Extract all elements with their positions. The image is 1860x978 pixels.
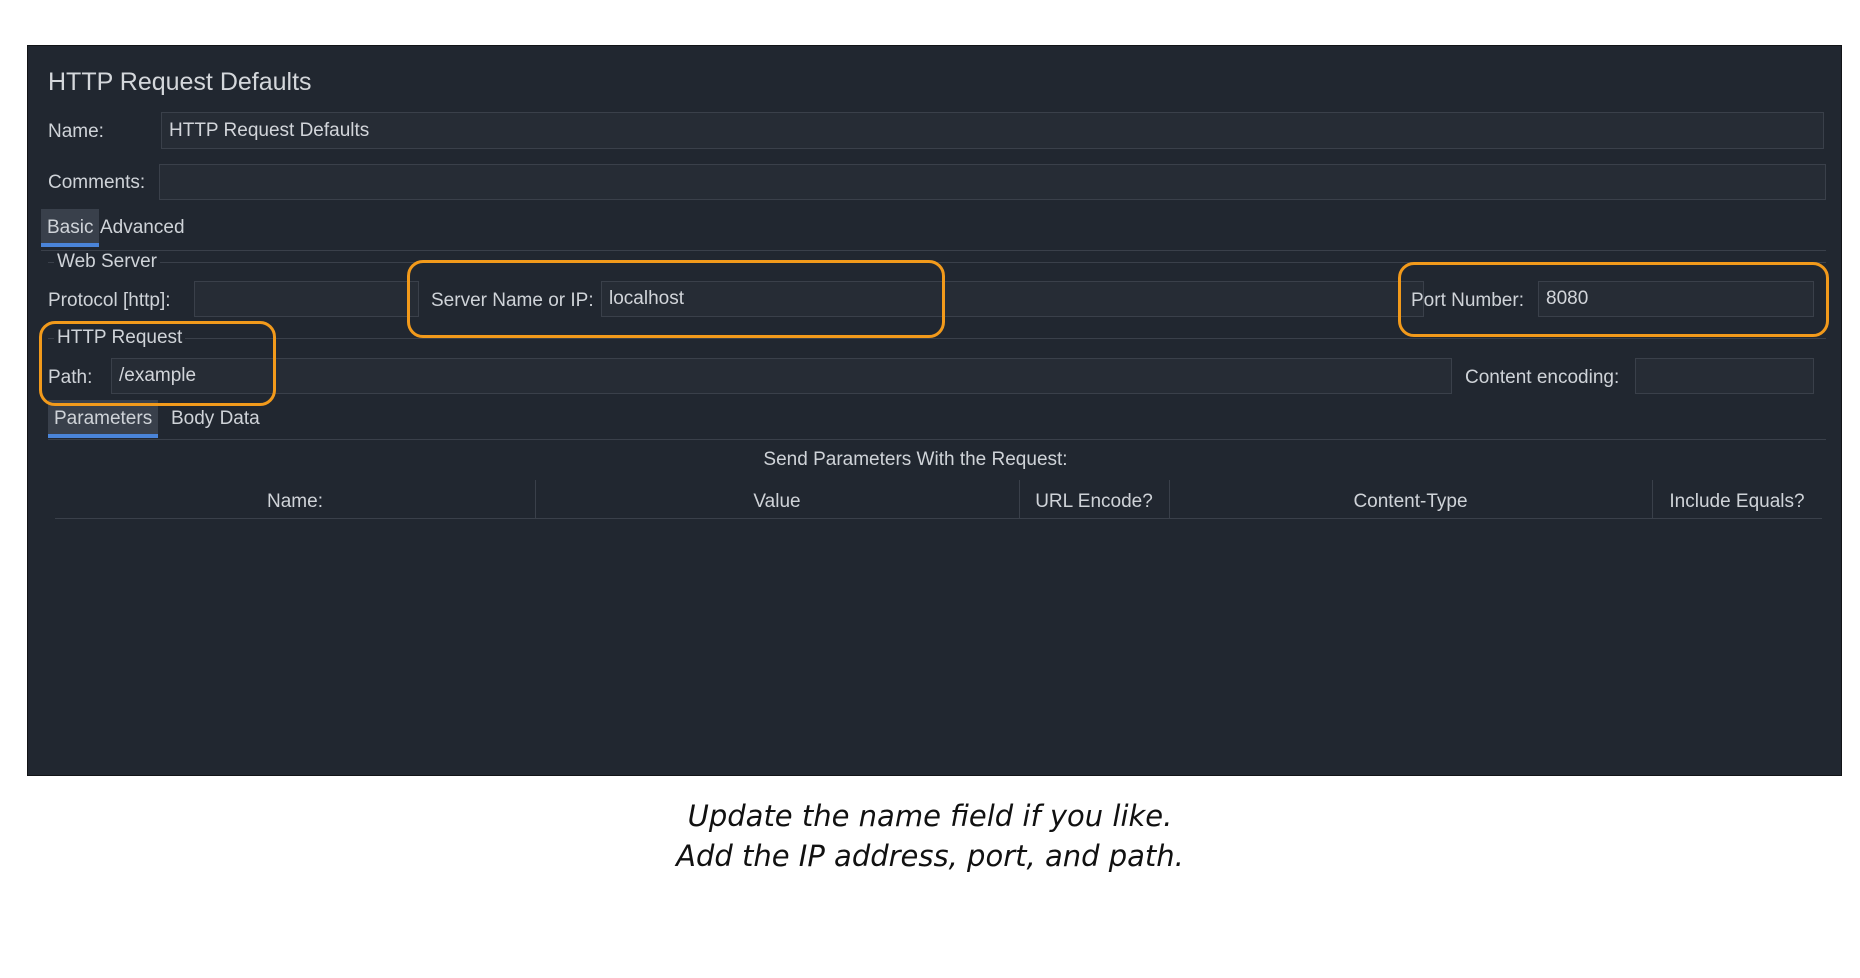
tab-parameters-label: Parameters [54,408,153,429]
subtabs-divider [48,439,1826,440]
tab-advanced-label: Advanced [100,217,185,238]
panel-title: HTTP Request Defaults [48,68,312,96]
column-header-name[interactable]: Name: [55,491,535,513]
name-field[interactable] [161,112,1824,149]
http-request-defaults-panel: HTTP Request Defaults Name: Comments: Ba… [27,45,1842,776]
http-request-group-border [48,338,1826,339]
comments-field[interactable] [159,164,1826,200]
highlight-port-number [1398,262,1829,337]
tab-basic[interactable]: Basic [41,209,100,247]
parameters-table-body[interactable] [55,519,1822,759]
tab-basic-label: Basic [47,217,94,238]
path-field[interactable] [111,358,1452,394]
content-encoding-label: Content encoding: [1465,367,1620,388]
tab-parameters-indicator [48,434,159,438]
highlight-server-name [407,260,945,338]
tab-body-data-label: Body Data [171,408,260,429]
tab-basic-indicator [41,243,100,247]
column-header-content-type[interactable]: Content-Type [1169,491,1652,513]
content-encoding-field[interactable] [1635,358,1814,394]
comments-label: Comments: [48,172,146,193]
caption-line-2: Add the IP address, port, and path. [676,839,1184,873]
highlight-path [39,321,276,406]
name-label: Name: [48,121,104,142]
parameters-table-title: Send Parameters With the Request: [763,449,1068,470]
column-header-value[interactable]: Value [535,491,1019,513]
protocol-field[interactable] [194,281,419,317]
tab-advanced[interactable]: Advanced [94,209,191,247]
caption-line-1: Update the name field if you like. [687,799,1173,833]
column-header-include-equals[interactable]: Include Equals? [1652,491,1822,513]
tabs-divider [41,250,1826,251]
protocol-label: Protocol [http]: [48,290,171,311]
web-server-legend: Web Server [54,251,160,273]
column-header-url-encode[interactable]: URL Encode? [1019,491,1169,513]
